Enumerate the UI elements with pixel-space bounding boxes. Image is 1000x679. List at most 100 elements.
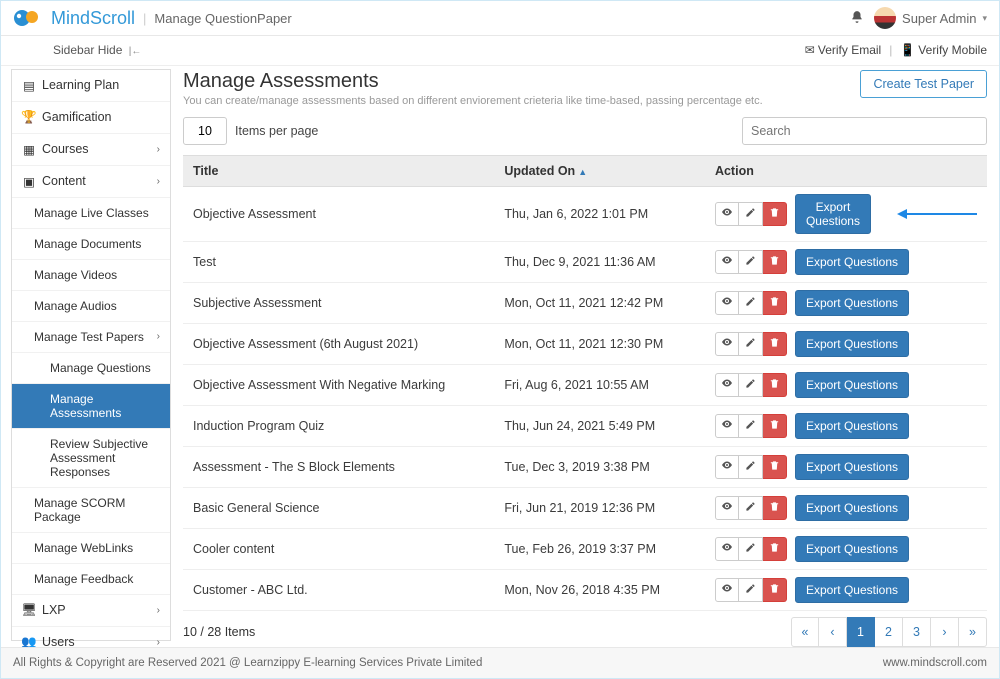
edit-button[interactable] bbox=[739, 291, 763, 315]
export-questions-button[interactable]: Export Questions bbox=[795, 495, 909, 521]
search-input[interactable] bbox=[742, 117, 987, 145]
delete-button[interactable] bbox=[763, 202, 787, 226]
sidebar-hide-button[interactable]: Sidebar Hide |← bbox=[53, 43, 141, 57]
edit-button[interactable] bbox=[739, 414, 763, 438]
items-per-page-input[interactable] bbox=[183, 117, 227, 145]
edit-button[interactable] bbox=[739, 332, 763, 356]
view-button[interactable] bbox=[715, 291, 739, 315]
brand[interactable]: MindScroll bbox=[13, 8, 135, 29]
brand-logo-icon bbox=[13, 9, 45, 27]
page-next-button[interactable]: › bbox=[931, 617, 959, 647]
pencil-icon bbox=[745, 296, 756, 310]
footer-site-link[interactable]: www.mindscroll.com bbox=[883, 657, 987, 669]
sidebar-item-manage-test-papers[interactable]: Manage Test Papers› bbox=[12, 322, 170, 353]
delete-button[interactable] bbox=[763, 373, 787, 397]
table-row: Induction Program QuizThu, Jun 24, 2021 … bbox=[183, 405, 987, 446]
sidebar-item-learning-plan[interactable]: ▤Learning Plan bbox=[12, 70, 170, 102]
edit-button[interactable] bbox=[739, 537, 763, 561]
separator: | bbox=[889, 43, 892, 57]
sidebar-item-manage-questions[interactable]: Manage Questions bbox=[12, 353, 170, 384]
view-button[interactable] bbox=[715, 414, 739, 438]
monitor-icon: 🖥 bbox=[22, 603, 36, 618]
sidebar-item-lxp[interactable]: 🖥LXP› bbox=[12, 595, 170, 627]
export-questions-button[interactable]: Export Questions bbox=[795, 372, 909, 398]
sidebar-item-courses[interactable]: ▦Courses› bbox=[12, 134, 170, 166]
export-questions-button[interactable]: Export Questions bbox=[795, 331, 909, 357]
sidebar-item-manage-videos[interactable]: Manage Videos bbox=[12, 260, 170, 291]
verify-mobile-link[interactable]: 📱Verify Mobile bbox=[900, 43, 987, 57]
delete-button[interactable] bbox=[763, 578, 787, 602]
col-updated-header[interactable]: Updated On▲ bbox=[494, 155, 705, 186]
sidebar-item-manage-weblinks[interactable]: Manage WebLinks bbox=[12, 533, 170, 564]
trash-icon bbox=[769, 501, 780, 515]
cell-action: Export Questions bbox=[705, 446, 987, 487]
edit-button[interactable] bbox=[739, 202, 763, 226]
delete-button[interactable] bbox=[763, 496, 787, 520]
breadcrumb-separator: | bbox=[143, 11, 146, 26]
col-title-header[interactable]: Title bbox=[183, 155, 494, 186]
page-first-button[interactable]: « bbox=[791, 617, 819, 647]
sidebar-item-label: Users bbox=[42, 635, 75, 647]
trash-icon bbox=[769, 255, 780, 269]
verify-email-link[interactable]: ✉Verify Email bbox=[805, 43, 881, 57]
table-row: Cooler contentTue, Feb 26, 2019 3:37 PME… bbox=[183, 528, 987, 569]
export-questions-button[interactable]: Export Questions bbox=[795, 290, 909, 316]
chevron-right-icon: › bbox=[157, 637, 160, 647]
sidebar-item-review-subjective-assessment-responses[interactable]: Review Subjective Assessment Responses bbox=[12, 429, 170, 488]
delete-button[interactable] bbox=[763, 250, 787, 274]
export-questions-button[interactable]: Export Questions bbox=[795, 577, 909, 603]
delete-button[interactable] bbox=[763, 291, 787, 315]
export-questions-button[interactable]: Export Questions bbox=[795, 536, 909, 562]
sidebar-item-users[interactable]: 👥Users› bbox=[12, 627, 170, 647]
pagination: «‹123›» bbox=[791, 617, 987, 647]
view-button[interactable] bbox=[715, 578, 739, 602]
sidebar-item-manage-feedback[interactable]: Manage Feedback bbox=[12, 564, 170, 595]
view-button[interactable] bbox=[715, 496, 739, 520]
create-test-paper-button[interactable]: Create Test Paper bbox=[860, 70, 987, 98]
sidebar-item-label: Manage Feedback bbox=[34, 572, 133, 586]
items-summary: 10 / 28 Items bbox=[183, 625, 255, 639]
cell-updated: Thu, Jan 6, 2022 1:01 PM bbox=[494, 186, 705, 241]
edit-button[interactable] bbox=[739, 496, 763, 520]
sidebar-item-gamification[interactable]: 🏆Gamification bbox=[12, 102, 170, 134]
user-menu[interactable]: Super Admin ▾ bbox=[874, 7, 987, 29]
delete-button[interactable] bbox=[763, 537, 787, 561]
list-icon: ▦ bbox=[22, 142, 36, 157]
view-button[interactable] bbox=[715, 455, 739, 479]
sidebar-item-manage-assessments[interactable]: Manage Assessments bbox=[12, 384, 170, 429]
cell-updated: Mon, Oct 11, 2021 12:42 PM bbox=[494, 282, 705, 323]
delete-button[interactable] bbox=[763, 332, 787, 356]
sidebar-item-label: Manage Live Classes bbox=[34, 206, 149, 220]
trash-icon bbox=[769, 583, 780, 597]
page-2-button[interactable]: 2 bbox=[875, 617, 903, 647]
edit-button[interactable] bbox=[739, 250, 763, 274]
edit-button[interactable] bbox=[739, 578, 763, 602]
view-button[interactable] bbox=[715, 332, 739, 356]
page-3-button[interactable]: 3 bbox=[903, 617, 931, 647]
sidebar-item-manage-scorm-package[interactable]: Manage SCORM Package bbox=[12, 488, 170, 533]
export-questions-button[interactable]: Export Questions bbox=[795, 454, 909, 480]
edit-button[interactable] bbox=[739, 373, 763, 397]
view-button[interactable] bbox=[715, 537, 739, 561]
sidebar-item-manage-audios[interactable]: Manage Audios bbox=[12, 291, 170, 322]
sidebar-item-manage-documents[interactable]: Manage Documents bbox=[12, 229, 170, 260]
sidebar-item-manage-live-classes[interactable]: Manage Live Classes bbox=[12, 198, 170, 229]
trophy-icon: 🏆 bbox=[22, 110, 36, 125]
export-questions-button[interactable]: Export Questions bbox=[795, 413, 909, 439]
page-1-button[interactable]: 1 bbox=[847, 617, 875, 647]
view-button[interactable] bbox=[715, 202, 739, 226]
page-last-button[interactable]: » bbox=[959, 617, 987, 647]
cell-action: Export Questions bbox=[705, 282, 987, 323]
sidebar-item-content[interactable]: ▣Content› bbox=[12, 166, 170, 198]
export-questions-button[interactable]: Export Questions bbox=[795, 194, 871, 234]
delete-button[interactable] bbox=[763, 455, 787, 479]
notifications-icon[interactable] bbox=[850, 10, 864, 27]
export-questions-button[interactable]: Export Questions bbox=[795, 249, 909, 275]
delete-button[interactable] bbox=[763, 414, 787, 438]
view-button[interactable] bbox=[715, 373, 739, 397]
view-button[interactable] bbox=[715, 250, 739, 274]
edit-button[interactable] bbox=[739, 455, 763, 479]
sort-asc-icon: ▲ bbox=[578, 167, 587, 177]
table-row: Basic General ScienceFri, Jun 21, 2019 1… bbox=[183, 487, 987, 528]
page-prev-button[interactable]: ‹ bbox=[819, 617, 847, 647]
